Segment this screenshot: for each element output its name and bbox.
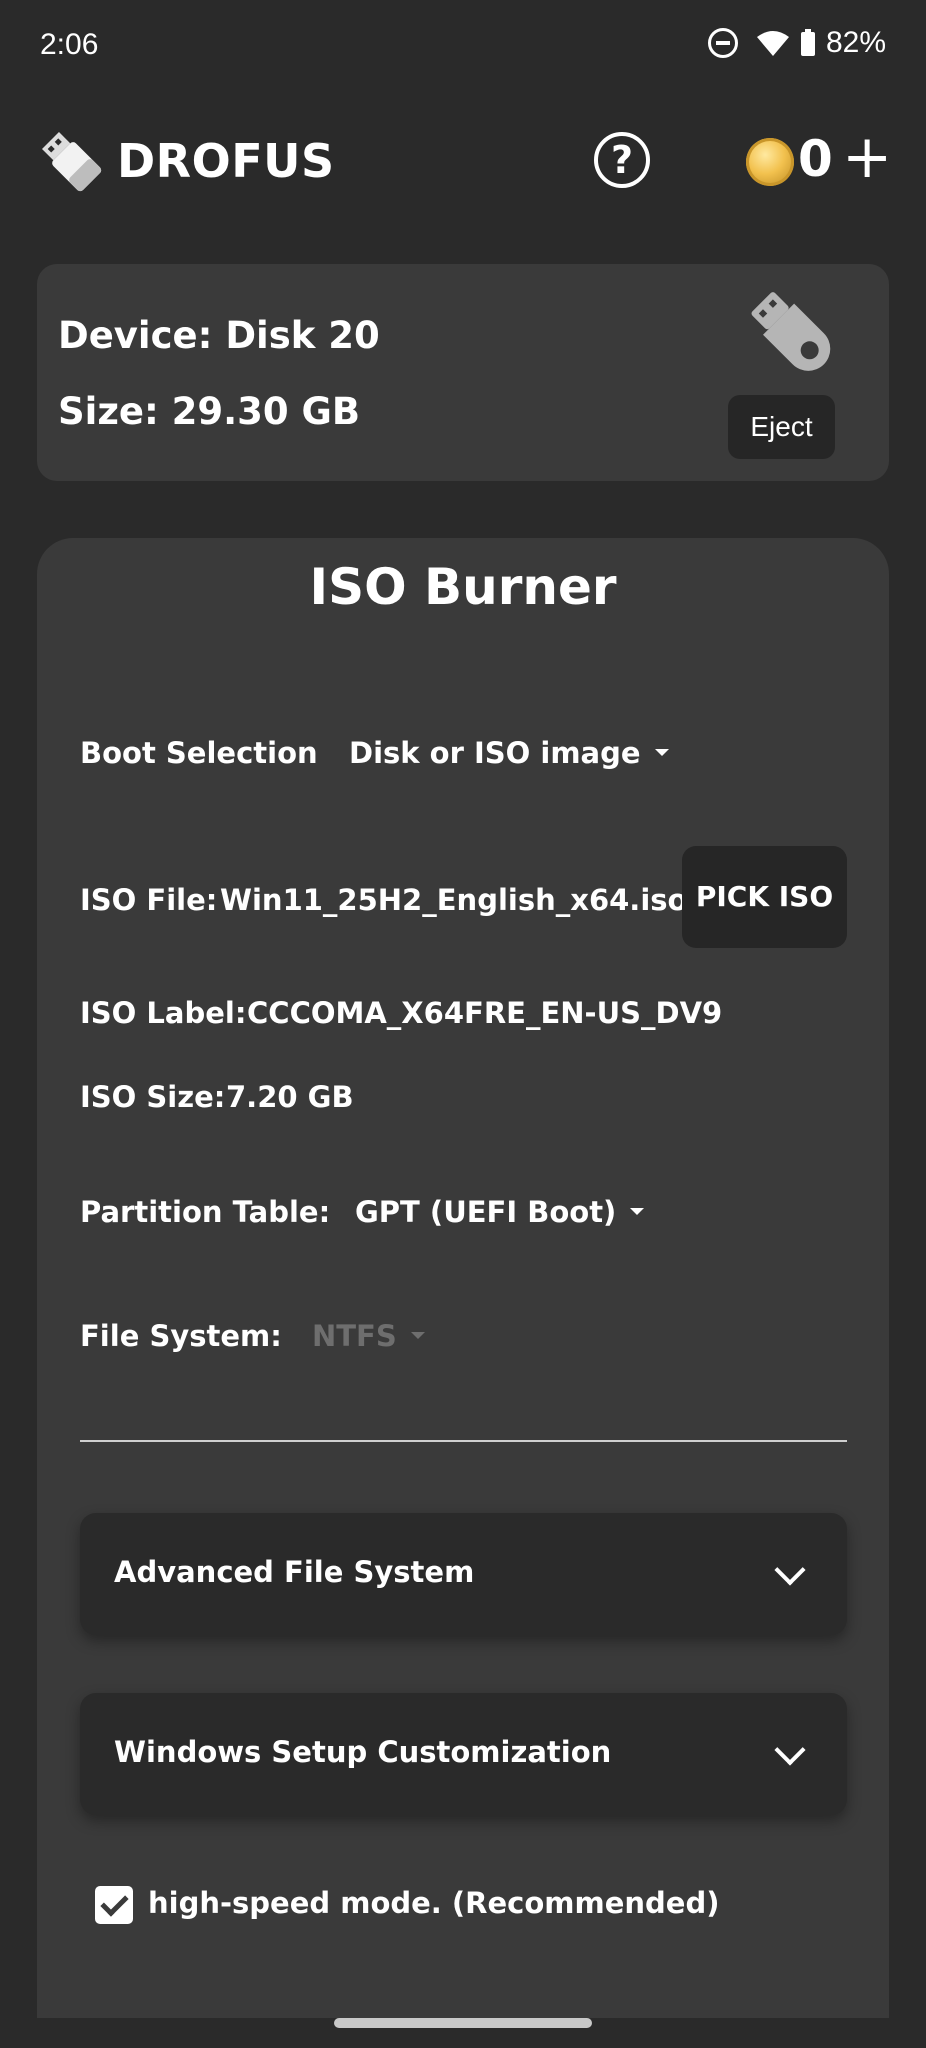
battery-icon [800, 29, 816, 57]
help-icon[interactable]: ? [594, 132, 650, 188]
device-card: Device: Disk 20 Size: 29.30 GB Eject [37, 264, 889, 481]
status-bar: 2:06 82% [0, 0, 926, 92]
panel-title: ISO Burner [309, 558, 617, 616]
status-indicators: 82% [707, 26, 886, 60]
file-system-value: NTFS [312, 1319, 397, 1353]
usb-drive-icon [737, 284, 847, 384]
app-header: DROFUS ? 0 + [0, 120, 926, 210]
partition-table-dropdown[interactable]: GPT (UEFI Boot) [355, 1195, 645, 1229]
device-size: Size: 29.30 GB [58, 390, 361, 433]
partition-table-label: Partition Table: [80, 1195, 331, 1229]
iso-size-value: 7.20 GB [226, 1080, 354, 1114]
status-time: 2:06 [40, 28, 99, 61]
divider [80, 1440, 847, 1442]
eject-button[interactable]: Eject [728, 395, 835, 459]
file-system-dropdown: NTFS [312, 1319, 425, 1353]
battery-percent: 82% [825, 26, 886, 59]
coin-count: 0 [798, 130, 833, 188]
high-speed-label[interactable]: high-speed mode. (Recommended) [148, 1886, 719, 1920]
partition-table-value: GPT (UEFI Boot) [355, 1195, 617, 1229]
iso-label-label: ISO Label: [80, 996, 247, 1030]
device-name: Device: Disk 20 [58, 314, 380, 357]
iso-burner-panel: ISO Burner Boot Selection Disk or ISO im… [37, 538, 889, 2018]
usb-stick-logo-icon [38, 128, 104, 194]
coin-icon [746, 138, 794, 186]
iso-file-label: ISO File: [80, 883, 218, 917]
boot-selection-label: Boot Selection [80, 736, 318, 770]
file-system-label: File System: [80, 1319, 282, 1353]
app-title: DROFUS [117, 134, 335, 188]
advanced-file-system-accordion[interactable]: Advanced File System [80, 1513, 847, 1635]
accordion-label: Advanced File System [114, 1555, 475, 1589]
boot-selection-dropdown[interactable]: Disk or ISO image [349, 736, 669, 770]
wifi-icon [756, 29, 790, 57]
dropdown-caret-icon [410, 1331, 425, 1339]
add-coins-button[interactable]: + [842, 122, 892, 192]
chevron-down-icon [774, 1554, 806, 1586]
iso-size-label: ISO Size: [80, 1080, 226, 1114]
windows-setup-customization-accordion[interactable]: Windows Setup Customization [80, 1693, 847, 1815]
home-indicator[interactable] [334, 2018, 592, 2028]
accordion-label: Windows Setup Customization [114, 1735, 612, 1769]
boot-selection-value: Disk or ISO image [349, 736, 641, 770]
do-not-disturb-icon [707, 28, 738, 58]
pick-iso-button[interactable]: PICK ISO [682, 846, 847, 948]
iso-label-value: CCCOMA_X64FRE_EN-US_DV9 [247, 996, 723, 1030]
screen: 2:06 82% DROFUS ? 0 + Device: Disk 20 Si… [0, 0, 926, 2048]
dropdown-caret-icon [630, 1207, 645, 1215]
chevron-down-icon [774, 1734, 806, 1766]
dropdown-caret-icon [654, 748, 669, 756]
iso-file-value: Win11_25H2_English_x64.iso [220, 883, 688, 917]
high-speed-checkbox[interactable] [95, 1886, 133, 1924]
